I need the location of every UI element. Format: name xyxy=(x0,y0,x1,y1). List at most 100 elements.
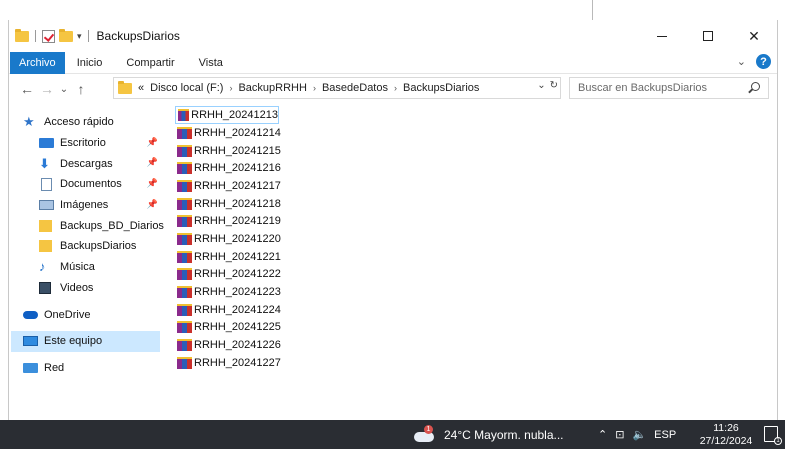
file-name: RRHH_20241222 xyxy=(194,268,281,281)
maximize-button[interactable] xyxy=(685,20,731,52)
refresh-icon[interactable]: ↻ xyxy=(550,80,558,91)
file-item[interactable]: RRHH_20241214 xyxy=(175,124,355,142)
sidebar-item-documentos[interactable]: Documentos 📌 xyxy=(9,174,164,195)
new-folder-icon[interactable] xyxy=(59,28,73,42)
winrar-archive-icon xyxy=(177,215,192,228)
customize-toolbar-dropdown-icon[interactable]: ▾ xyxy=(77,31,82,42)
ribbon-tabs: Archivo Inicio Compartir Vista ⌄ ? xyxy=(9,51,777,74)
clock-time: 11:26 xyxy=(713,422,739,434)
search-icon[interactable] xyxy=(751,82,760,91)
file-item[interactable]: RRHH_20241226 xyxy=(175,336,355,354)
sidebar-item-red[interactable]: Red xyxy=(9,358,164,379)
sidebar-item-descargas[interactable]: ⬇ Descargas 📌 xyxy=(9,153,164,174)
close-button[interactable]: ✕ xyxy=(731,20,777,52)
tab-vista[interactable]: Vista xyxy=(187,52,235,74)
winrar-archive-icon xyxy=(177,162,192,175)
breadcrumb-overflow[interactable]: « xyxy=(138,82,144,94)
clock[interactable]: 11:26 27/12/2024 xyxy=(696,422,756,448)
sidebar-item-acceso-rapido[interactable]: ★ Acceso rápido xyxy=(9,112,164,133)
sidebar-item-musica[interactable]: ♪ Música xyxy=(9,257,164,278)
file-item[interactable]: RRHH_20241217 xyxy=(175,177,355,195)
winrar-archive-icon xyxy=(177,197,192,210)
pin-icon: 📌 xyxy=(146,157,158,168)
file-item[interactable]: RRHH_20241218 xyxy=(175,195,355,213)
breadcrumb-separator-icon[interactable]: › xyxy=(229,83,232,93)
back-button[interactable]: ← xyxy=(17,78,37,100)
file-item[interactable]: RRHH_20241225 xyxy=(175,319,355,337)
sidebar-item-backupsdiarios[interactable]: BackupsDiarios xyxy=(9,236,164,257)
file-item[interactable]: RRHH_20241224 xyxy=(175,301,355,319)
up-button[interactable]: ↑ xyxy=(71,78,91,100)
file-item[interactable]: RRHH_20241213 xyxy=(175,106,279,124)
weather-text: 24°C Mayorm. nubla... xyxy=(444,427,564,442)
breadcrumb-separator-icon[interactable]: › xyxy=(313,83,316,93)
file-name: RRHH_20241216 xyxy=(194,162,281,175)
music-icon: ♪ xyxy=(39,259,46,275)
file-name: RRHH_20241220 xyxy=(194,232,281,245)
breadcrumb-basededatos[interactable]: BasedeDatos xyxy=(322,82,388,94)
sidebar-item-label: Red xyxy=(44,361,65,374)
tab-archivo[interactable]: Archivo xyxy=(10,51,65,74)
file-item[interactable]: RRHH_20241227 xyxy=(175,354,355,372)
separator xyxy=(87,30,89,42)
winrar-archive-icon xyxy=(177,339,192,352)
sidebar-item-backups-bd-diarios[interactable]: Backups_BD_Diarios xyxy=(9,215,164,236)
desktop-icon xyxy=(39,138,54,149)
recent-locations-button[interactable]: ⌄ xyxy=(57,78,71,100)
navigation-pane: ★ Acceso rápido Escritorio 📌 ⬇ Descargas… xyxy=(9,112,164,412)
show-hidden-icons-chevron-icon[interactable]: ⌃ xyxy=(598,428,607,441)
file-item[interactable]: RRHH_20241223 xyxy=(175,283,355,301)
address-history-chevron-icon[interactable]: ⌄ xyxy=(537,80,545,91)
quick-access-toolbar: ▾ xyxy=(15,28,91,43)
expand-ribbon-chevron-icon[interactable]: ⌄ xyxy=(737,55,746,68)
minimize-button[interactable] xyxy=(639,20,685,52)
properties-icon[interactable] xyxy=(42,29,55,43)
sidebar-item-escritorio[interactable]: Escritorio 📌 xyxy=(9,133,164,154)
file-item[interactable]: RRHH_20241219 xyxy=(175,212,355,230)
file-explorer-window: ▾ BackupsDiarios ✕ Archivo Inicio Compar… xyxy=(9,20,777,420)
volume-icon[interactable]: 🔈 xyxy=(632,428,646,441)
address-bar[interactable]: « Disco local (F:) › BackupRRHH › Basede… xyxy=(113,77,561,99)
sidebar-item-label: Backups_BD_Diarios xyxy=(60,219,164,232)
search-input[interactable] xyxy=(578,82,738,94)
tab-compartir[interactable]: Compartir xyxy=(114,52,186,74)
file-name: RRHH_20241225 xyxy=(194,321,281,334)
tab-inicio[interactable]: Inicio xyxy=(65,52,115,74)
sidebar-item-videos[interactable]: Videos xyxy=(9,278,164,299)
breadcrumb-backupsdiarios[interactable]: BackupsDiarios xyxy=(403,82,479,94)
back-arrow-icon: ← xyxy=(20,81,34,97)
file-item[interactable]: RRHH_20241220 xyxy=(175,230,355,248)
folder-icon xyxy=(15,28,29,42)
breadcrumb-separator-icon[interactable]: › xyxy=(394,83,397,93)
chevron-down-icon: ⌄ xyxy=(59,83,69,95)
language-indicator[interactable]: ESP xyxy=(654,429,676,441)
sidebar-item-imagenes[interactable]: Imágenes 📌 xyxy=(9,195,164,216)
address-tools: ⌄ ↻ xyxy=(537,80,558,91)
sidebar-item-onedrive[interactable]: OneDrive xyxy=(9,304,164,325)
forward-button[interactable]: → xyxy=(37,78,57,100)
file-item[interactable]: RRHH_20241215 xyxy=(175,142,355,160)
notification-center-icon[interactable]: 1 xyxy=(764,426,782,445)
title-bar[interactable]: ▾ BackupsDiarios ✕ xyxy=(9,20,777,52)
sidebar-item-label: Escritorio xyxy=(60,137,106,150)
system-tray: ⌃ ⊡ 🔈 ESP xyxy=(598,420,676,449)
pin-icon: 📌 xyxy=(146,178,158,189)
winrar-archive-icon xyxy=(177,232,192,245)
breadcrumb-backuprrhh[interactable]: BackupRRHH xyxy=(238,82,306,94)
winrar-archive-icon xyxy=(177,179,192,192)
file-item[interactable]: RRHH_20241222 xyxy=(175,266,355,284)
documents-icon xyxy=(41,177,52,191)
file-item[interactable]: RRHH_20241216 xyxy=(175,159,355,177)
videos-icon xyxy=(39,281,51,294)
winrar-archive-icon xyxy=(177,250,192,263)
weather-badge: 1 xyxy=(424,424,433,434)
file-name: RRHH_20241227 xyxy=(194,356,281,369)
search-box[interactable] xyxy=(569,77,769,99)
help-icon[interactable]: ? xyxy=(756,54,771,69)
weather-widget[interactable]: 1 24°C Mayorm. nubla... xyxy=(414,420,564,449)
sidebar-item-este-equipo[interactable]: Este equipo xyxy=(11,330,160,352)
sidebar-item-label: OneDrive xyxy=(44,308,91,321)
file-item[interactable]: RRHH_20241221 xyxy=(175,248,355,266)
breadcrumb-disco-local[interactable]: Disco local (F:) xyxy=(150,82,223,94)
network-status-icon[interactable]: ⊡ xyxy=(615,428,624,441)
